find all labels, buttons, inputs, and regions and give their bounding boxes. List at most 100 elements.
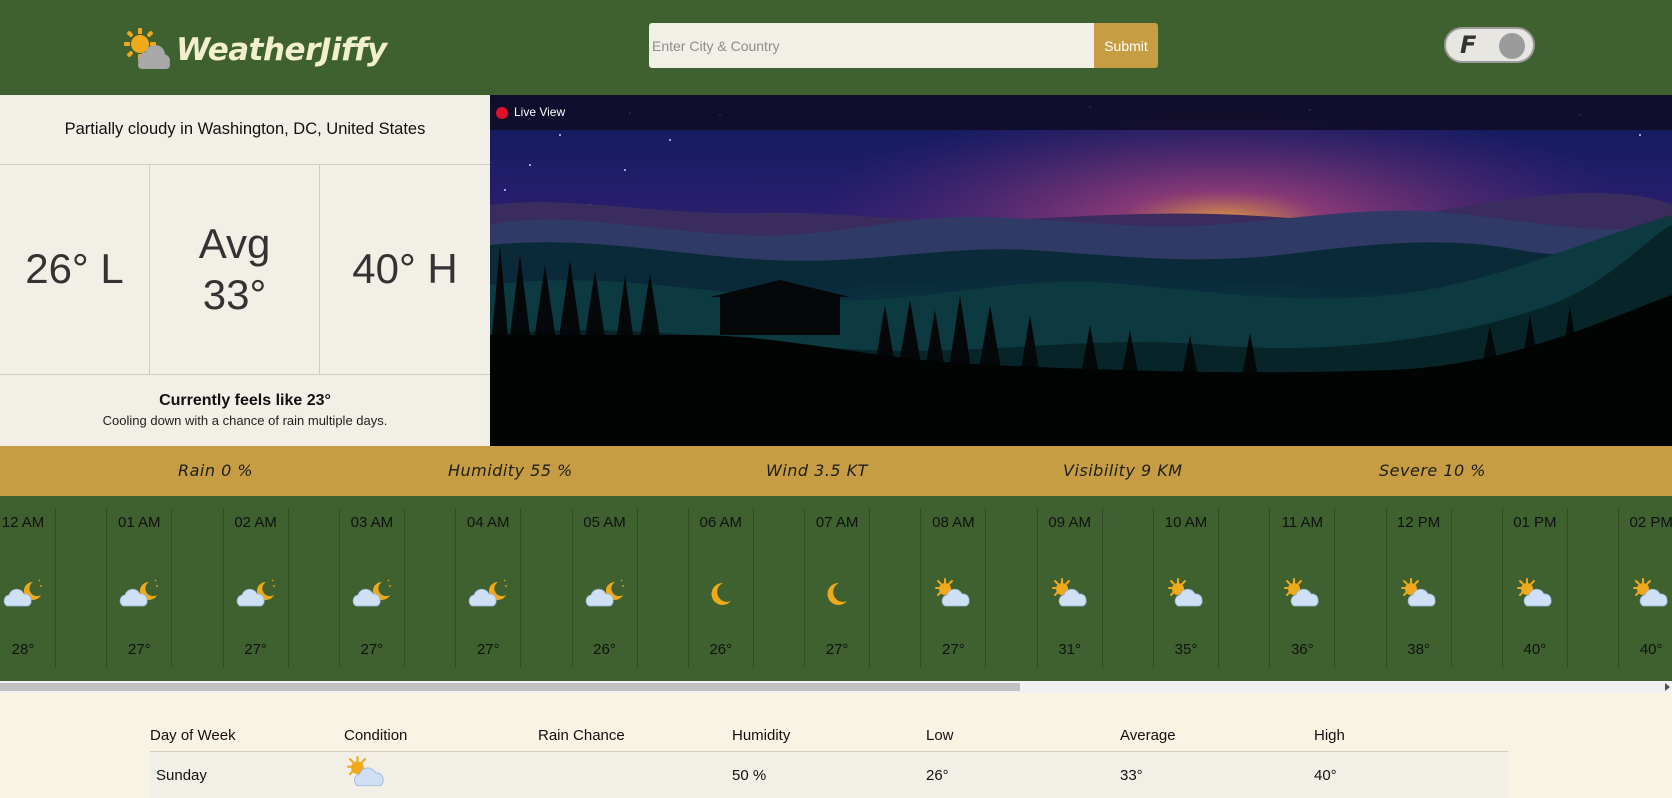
col-condition: Condition <box>344 727 408 744</box>
hourly-item: 12 AM 28° <box>0 508 56 668</box>
hour-temp: 36° <box>1290 641 1314 658</box>
hour-time: 10 AM <box>1164 514 1208 531</box>
col-rain-chance: Rain Chance <box>538 727 625 744</box>
cloud-moon-icon <box>585 578 625 610</box>
hour-temp: 38° <box>1407 641 1430 658</box>
city-search-input[interactable] <box>649 23 1094 68</box>
night-landscape-image <box>490 95 1672 446</box>
daily-table-header: Day of Week Condition Rain Chance Humidi… <box>150 720 1508 752</box>
severe-stat: Severe 10 % <box>1379 461 1486 480</box>
unit-toggle[interactable]: F <box>1444 27 1535 63</box>
hour-temp: 27° <box>942 641 965 658</box>
hourly-item: 02 PM 40° <box>1618 508 1672 668</box>
hour-time: 02 AM <box>234 514 277 531</box>
location-condition: Partially cloudy in Washington, DC, Unit… <box>0 95 490 165</box>
hour-time: 06 AM <box>699 514 743 531</box>
hourly-forecast: 12 AM 28° 01 AM 27° 02 AM 27° 03 AM 27° 04 AM 27°… <box>0 496 1672 681</box>
hour-temp: 27° <box>244 641 267 658</box>
forecast-description: Cooling down with a chance of rain multi… <box>102 413 388 428</box>
row-day: Sunday <box>156 766 207 784</box>
sun-cloud-icon <box>1282 578 1322 610</box>
hourly-item: 01 PM 40° <box>1501 508 1568 668</box>
cloud-moon-icon <box>352 578 392 610</box>
table-row[interactable]: Sunday 50 % 26° 33° 40° <box>150 752 1508 798</box>
hour-time: 01 PM <box>1513 514 1557 531</box>
avg-value: 33° <box>202 270 267 318</box>
moon-icon <box>817 578 857 610</box>
live-view-bar: Live View <box>490 95 1672 130</box>
cloud-moon-icon <box>119 578 159 610</box>
hour-time: 02 PM <box>1629 514 1672 531</box>
col-high: High <box>1314 727 1345 744</box>
visibility-stat: Visibility 9 KM <box>1063 461 1183 480</box>
cloud-moon-icon <box>3 578 43 610</box>
hourly-item: 10 AM 35° <box>1153 508 1219 668</box>
hour-temp: 26° <box>593 641 616 658</box>
hourly-item: 09 AM 31° <box>1036 508 1103 668</box>
top-header: WeatherJiffy Submit F <box>0 0 1672 95</box>
hour-temp: 35° <box>1174 641 1198 658</box>
row-humidity: 50 % <box>732 766 767 784</box>
hourly-scrollbar[interactable] <box>0 681 1672 693</box>
feels-like-text: Currently feels like 23° <box>159 392 331 409</box>
moon-icon <box>701 578 741 610</box>
summary-panel: Partially cloudy in Washington, DC, Unit… <box>0 95 490 446</box>
live-view: Live View <box>490 95 1672 446</box>
hour-temp: 27° <box>476 641 500 658</box>
toggle-knob <box>1499 33 1525 59</box>
cloud-moon-icon <box>236 578 276 610</box>
search-form: Submit <box>649 23 1158 68</box>
logo[interactable]: WeatherJiffy <box>124 28 387 72</box>
hour-time: 05 AM <box>583 514 626 531</box>
hourly-item: 08 AM 27° <box>920 508 987 668</box>
row-low: 26° <box>926 766 949 784</box>
hour-temp: 28° <box>11 641 35 658</box>
col-average: Average <box>1120 727 1176 744</box>
live-view-label: Live View <box>514 105 566 119</box>
hour-temp: 31° <box>1058 641 1082 658</box>
sun-cloud-icon <box>1631 578 1671 610</box>
hour-time: 04 AM <box>466 514 510 531</box>
high-temp: 40° H <box>352 245 458 293</box>
hourly-item: 04 AM 27° <box>455 508 522 668</box>
hourly-item: 06 AM 26° <box>687 508 754 668</box>
avg-label: Avg <box>198 220 271 268</box>
hour-temp: 27° <box>825 641 849 658</box>
hour-time: 03 AM <box>350 514 394 531</box>
feels-like-section: Currently feels like 23° Cooling down wi… <box>0 375 490 445</box>
brand-name: WeatherJiffy <box>176 32 387 68</box>
hourly-item: 07 AM 27° <box>804 508 871 668</box>
sun-cloud-icon <box>1050 578 1090 610</box>
avg-temp: Avg 33° <box>150 165 320 374</box>
row-avg: 33° <box>1120 766 1143 784</box>
hour-time: 08 AM <box>932 514 975 531</box>
rain-stat: Rain 0 % <box>178 461 254 480</box>
hour-time: 07 AM <box>815 514 859 531</box>
hourly-item: 12 PM 38° <box>1385 508 1452 668</box>
hourly-item: 02 AM 27° <box>222 508 289 668</box>
hourly-item: 01 AM 27° <box>106 508 173 668</box>
col-humidity: Humidity <box>732 727 791 744</box>
row-condition <box>344 756 538 794</box>
sun-cloud-icon <box>933 578 973 610</box>
hour-time: 12 AM <box>1 514 45 531</box>
daily-forecast-table: Day of Week Condition Rain Chance Humidi… <box>150 720 1508 798</box>
temperature-range: 26° L Avg 33° 40° H <box>0 165 490 375</box>
submit-button[interactable]: Submit <box>1094 23 1158 68</box>
scrollbar-thumb[interactable] <box>0 683 1020 691</box>
low-temp: 26° L <box>0 165 150 374</box>
row-high: 40° <box>1314 766 1337 784</box>
wind-stat: Wind 3.5 KT <box>766 461 868 480</box>
hour-time: 12 PM <box>1396 514 1441 531</box>
live-indicator-icon <box>496 107 508 119</box>
col-low: Low <box>926 727 954 744</box>
hour-time: 09 AM <box>1048 514 1091 531</box>
hour-temp: 40° <box>1639 641 1663 658</box>
hourly-item: 05 AM 26° <box>571 508 638 668</box>
hourly-item: 03 AM 27° <box>338 508 405 668</box>
hour-time: 11 AM <box>1281 514 1323 531</box>
scroll-right-arrow-icon[interactable] <box>1665 683 1670 691</box>
hour-time: 01 AM <box>118 514 161 531</box>
unit-toggle-label: F <box>1460 31 1477 59</box>
sun-cloud-icon <box>1399 578 1439 610</box>
